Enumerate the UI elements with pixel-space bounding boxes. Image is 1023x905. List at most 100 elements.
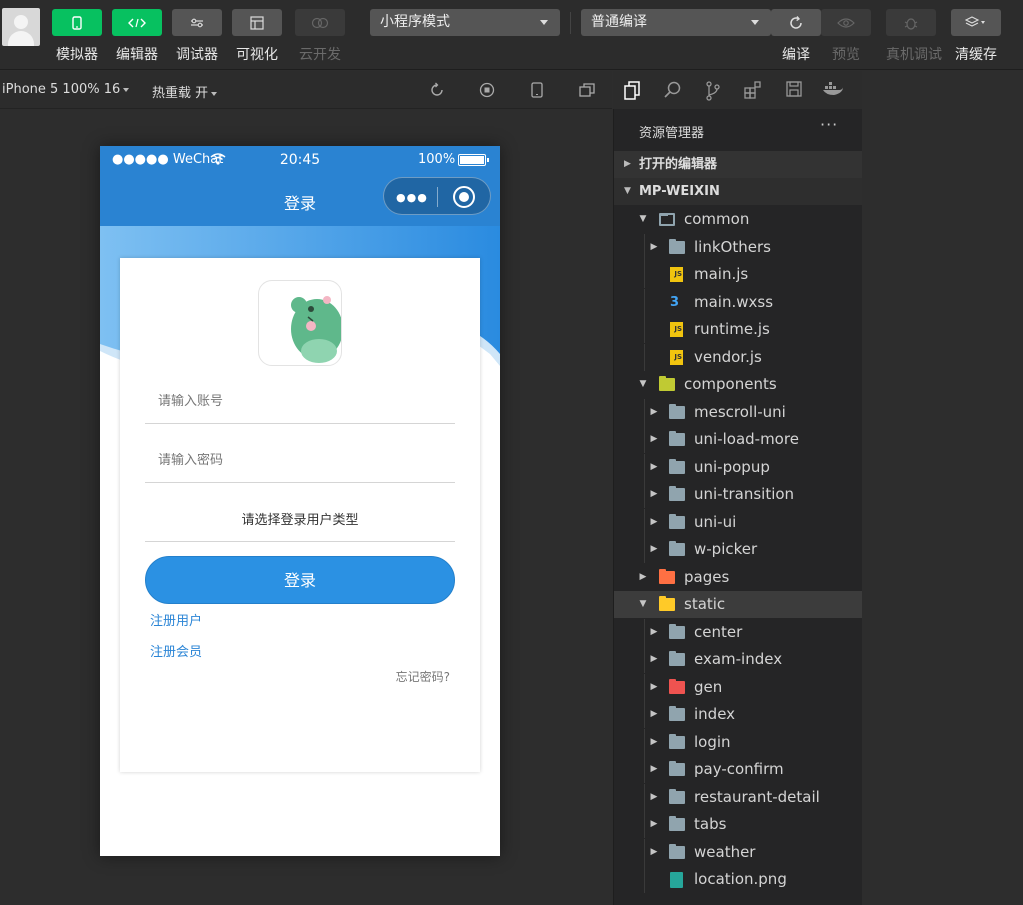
explorer-panel: 资源管理器 ··· ▶ 打开的编辑器 ▼ MP-WEIXIN ▼ common …: [613, 109, 863, 905]
folder-icon: [669, 734, 685, 749]
tree-label: main.js: [694, 265, 749, 283]
tree-label: weather: [694, 843, 756, 861]
rotate-icon[interactable]: [428, 82, 446, 100]
compile-tool[interactable]: 编译: [771, 9, 821, 64]
save-icon[interactable]: [784, 81, 804, 101]
chevron-right-icon: ▶: [650, 489, 658, 499]
cloud-tool[interactable]: 云开发: [295, 9, 345, 64]
source-control-icon[interactable]: [703, 81, 723, 101]
user-type-picker[interactable]: 请选择登录用户类型: [145, 502, 455, 542]
battery-percent: 100%: [418, 152, 456, 167]
preview-tool[interactable]: 预览: [821, 9, 871, 64]
phone-screen: ●●●●● WeChat 20:45 100% 登录 ●●● 请输入账号 请选择…: [100, 146, 500, 856]
compile-mode-select[interactable]: 普通编译: [581, 9, 771, 36]
tree-folder-uni-ui[interactable]: ▶ uni-ui: [614, 509, 863, 536]
editor-tool[interactable]: 编辑器: [112, 9, 162, 64]
password-field[interactable]: [145, 443, 455, 483]
tree-file-main-js[interactable]: JS main.js: [614, 261, 863, 288]
clear-cache-tool[interactable]: 清缓存: [951, 9, 1001, 64]
folder-icon: [669, 789, 685, 804]
hot-reload-select[interactable]: 热重载 开: [152, 82, 218, 101]
chevron-down-icon: ▼: [639, 599, 647, 609]
user-avatar[interactable]: [2, 8, 40, 46]
tree-folder-common[interactable]: ▼ common: [614, 206, 863, 233]
project-section[interactable]: ▼ MP-WEIXIN: [614, 178, 863, 205]
nav-bar: 登录 ●●●: [100, 176, 500, 226]
docker-icon[interactable]: [822, 81, 843, 101]
tree-label: components: [684, 375, 777, 393]
tree-file-vendor-js[interactable]: JS vendor.js: [614, 344, 863, 371]
tree-folder-uni-load-more[interactable]: ▶ uni-load-more: [614, 426, 863, 453]
extensions-icon[interactable]: [743, 81, 763, 101]
tree-folder-static[interactable]: ▼ static: [614, 591, 863, 618]
tree-file-runtime-js[interactable]: JS runtime.js: [614, 316, 863, 343]
account-input[interactable]: [158, 394, 438, 409]
tree-folder-gen[interactable]: ▶ gen: [614, 674, 863, 701]
tree-label: login: [694, 733, 731, 751]
compile-mode-value: 普通编译: [591, 14, 647, 30]
js-file-icon: JS: [670, 267, 683, 282]
login-button[interactable]: 登录: [145, 556, 455, 604]
status-bar: ●●●●● WeChat 20:45 100%: [100, 146, 500, 176]
tree-label: common: [684, 210, 750, 228]
register-member-link[interactable]: 注册会员: [150, 641, 202, 660]
password-input[interactable]: [158, 453, 438, 468]
tree-folder-linkothers[interactable]: ▶ linkOthers: [614, 234, 863, 261]
more-icon[interactable]: ···: [820, 115, 838, 134]
tree-file-main-wxss[interactable]: 3 main.wxss: [614, 289, 863, 316]
tree-label: pages: [684, 568, 730, 586]
more-dots-icon[interactable]: ●●●: [396, 191, 428, 204]
folder-components-icon: [659, 376, 675, 391]
window-icon[interactable]: [578, 82, 596, 100]
editor-label: 编辑器: [116, 47, 158, 63]
tree-folder-index[interactable]: ▶ index: [614, 701, 863, 728]
cloud-label: 云开发: [299, 47, 341, 63]
tree-folder-uni-popup[interactable]: ▶ uni-popup: [614, 454, 863, 481]
tree-folder-restaurant-detail[interactable]: ▶ restaurant-detail: [614, 784, 863, 811]
open-editors-label: 打开的编辑器: [639, 157, 718, 172]
mode-select[interactable]: 小程序模式: [370, 9, 560, 36]
close-circle-icon[interactable]: [453, 186, 475, 208]
chevron-down-icon: [123, 87, 130, 92]
chevron-right-icon: ▶: [624, 159, 631, 169]
tree-folder-uni-transition[interactable]: ▶ uni-transition: [614, 481, 863, 508]
tree-folder-w-picker[interactable]: ▶ w-picker: [614, 536, 863, 563]
tree-folder-exam-index[interactable]: ▶ exam-index: [614, 646, 863, 673]
tree-folder-login[interactable]: ▶ login: [614, 729, 863, 756]
simulator-tool[interactable]: 模拟器: [52, 9, 102, 64]
device-debug-tool[interactable]: 真机调试: [886, 9, 942, 64]
device-select[interactable]: iPhone 5 100% 16: [2, 82, 130, 97]
chevron-right-icon: ▶: [650, 462, 658, 472]
app-logo: [258, 280, 342, 366]
device-debug-label: 真机调试: [886, 47, 942, 63]
tree-folder-weather[interactable]: ▶ weather: [614, 839, 863, 866]
debugger-tool[interactable]: 调试器: [172, 9, 222, 64]
capsule-menu[interactable]: ●●●: [383, 177, 491, 215]
tree-label: main.wxss: [694, 293, 774, 311]
visual-tool[interactable]: 可视化: [232, 9, 282, 64]
forgot-password-link[interactable]: 忘记密码?: [396, 668, 450, 685]
tree-folder-pages[interactable]: ▶ pages: [614, 564, 863, 591]
tree-file-location-png[interactable]: location.png: [614, 866, 863, 893]
tree-folder-components[interactable]: ▼ components: [614, 371, 863, 398]
folder-icon: [669, 239, 685, 254]
tree-folder-pay-confirm[interactable]: ▶ pay-confirm: [614, 756, 863, 783]
bug-icon: [886, 9, 936, 36]
files-icon[interactable]: [622, 81, 642, 101]
stop-icon[interactable]: [478, 82, 496, 100]
tree-folder-center[interactable]: ▶ center: [614, 619, 863, 646]
open-editors-section[interactable]: ▶ 打开的编辑器: [614, 151, 863, 178]
refresh-icon: [771, 9, 821, 36]
search-icon[interactable]: [663, 81, 683, 101]
tree-folder-tabs[interactable]: ▶ tabs: [614, 811, 863, 838]
tree-folder-mescroll-uni[interactable]: ▶ mescroll-uni: [614, 399, 863, 426]
phone-icon[interactable]: [528, 82, 546, 100]
preview-label: 预览: [832, 47, 860, 63]
simulator-area: ●●●●● WeChat 20:45 100% 登录 ●●● 请输入账号 请选择…: [0, 110, 612, 905]
register-user-link[interactable]: 注册用户: [150, 610, 202, 629]
compile-label: 编译: [782, 47, 810, 63]
tree-label: uni-ui: [694, 513, 737, 531]
debugger-label: 调试器: [176, 47, 218, 63]
account-field[interactable]: [145, 384, 455, 424]
folder-icon: [669, 486, 685, 501]
